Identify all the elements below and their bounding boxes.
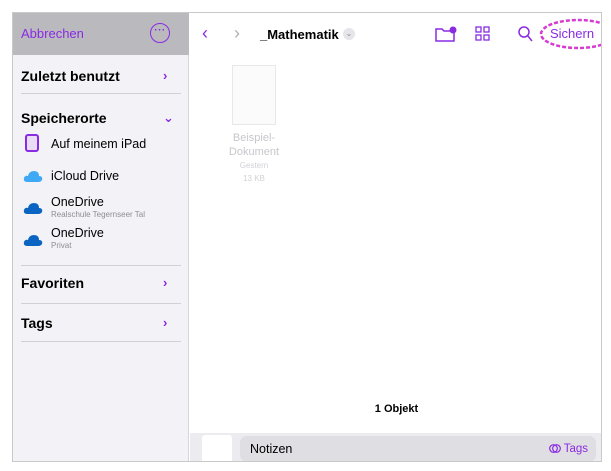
- sidebar: Abbrechen ··· Zuletzt benutzt › Speicher…: [13, 13, 189, 461]
- sidebar-top-bar: Abbrechen ···: [13, 13, 189, 55]
- search-icon[interactable]: [518, 26, 533, 42]
- back-chevron-icon[interactable]: ‹: [202, 23, 208, 44]
- chevron-right-icon[interactable]: ›: [163, 275, 167, 290]
- item-count: 1 Objekt: [374, 403, 419, 415]
- file-name: Beispiel- Dokument: [228, 132, 280, 158]
- section-locations-header[interactable]: Speicherorte: [21, 110, 107, 126]
- forward-chevron-icon[interactable]: ›: [234, 23, 240, 44]
- divider: [21, 341, 181, 342]
- chevron-down-icon[interactable]: ⌄: [163, 110, 174, 126]
- divider: [21, 93, 181, 94]
- tags-label: Tags: [563, 443, 588, 455]
- file-size: 13 KB: [243, 174, 265, 183]
- divider: [21, 265, 181, 266]
- files-picker-window: Abbrechen ··· Zuletzt benutzt › Speicher…: [12, 12, 602, 462]
- title-menu-chevron-icon[interactable]: ⌄: [343, 28, 355, 40]
- document-thumbnail: [232, 65, 276, 125]
- sidebar-item-label: Auf meinem iPad: [51, 137, 147, 151]
- document-preview-thumbnail: [202, 435, 232, 461]
- sidebar-item-label: OneDrive: [51, 226, 104, 240]
- sidebar-item-favorites[interactable]: Favoriten: [21, 275, 84, 291]
- sidebar-item-sublabel: Privat: [51, 241, 72, 250]
- filename-field[interactable]: Notizen Tags: [240, 436, 596, 461]
- grid-view-icon[interactable]: [475, 26, 490, 41]
- tags-button[interactable]: Tags: [548, 443, 588, 455]
- chevron-right-icon[interactable]: ›: [163, 315, 167, 330]
- icloud-icon: [23, 171, 43, 182]
- sidebar-item-sublabel: Realschule Tegernseer Tal: [51, 210, 145, 219]
- chevron-right-icon[interactable]: ›: [163, 68, 167, 83]
- tags-icon: [548, 444, 561, 453]
- divider: [21, 303, 181, 304]
- new-folder-icon[interactable]: [435, 26, 457, 42]
- sidebar-item-recents[interactable]: Zuletzt benutzt: [21, 68, 120, 84]
- ipad-icon: [25, 134, 39, 152]
- sidebar-item-label: iCloud Drive: [51, 169, 120, 183]
- save-button[interactable]: Sichern: [550, 26, 594, 41]
- cancel-button[interactable]: Abbrechen: [21, 26, 84, 41]
- onedrive-icon: [23, 203, 43, 214]
- onedrive-icon: [23, 235, 43, 246]
- sidebar-item-tags[interactable]: Tags: [21, 315, 53, 331]
- save-bar: Notizen Tags: [190, 433, 601, 461]
- more-options-icon[interactable]: ···: [150, 23, 170, 43]
- folder-title[interactable]: _Mathematik: [260, 27, 339, 42]
- file-date: Gestern: [239, 161, 269, 170]
- sidebar-item-label: OneDrive: [51, 195, 104, 209]
- filename-text[interactable]: Notizen: [250, 442, 292, 456]
- main-content: ‹ › _Mathematik ⌄ Sichern Beispiel- Doku…: [190, 13, 601, 461]
